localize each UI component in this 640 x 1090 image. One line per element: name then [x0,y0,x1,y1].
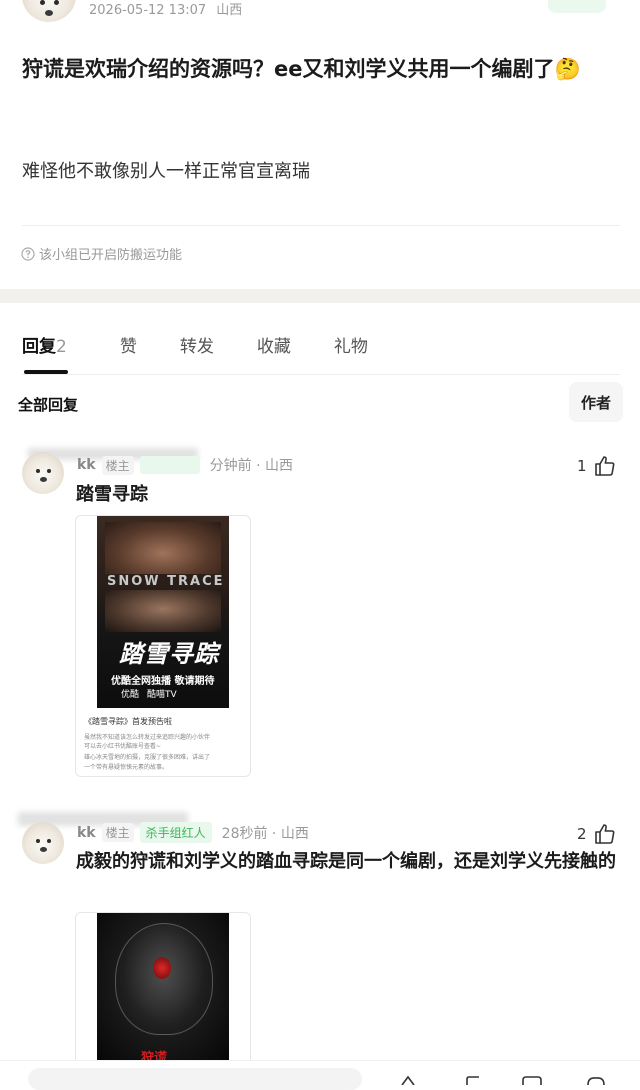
tab-label: 回复 [22,337,56,357]
tab-favorites[interactable]: 收藏 [257,332,291,357]
owner-badge: 楼主 [101,455,134,475]
star-icon[interactable] [520,1075,544,1085]
image-caption-line: 雄心冰天雪地的拍摄，克服了很多困难，讲出了 [84,754,211,761]
reply-location: 山西 [280,825,309,842]
poster-cn-title: 狩谎 [141,1051,168,1061]
avatar-eye [36,839,40,843]
reply-image-card[interactable]: SNOW TRACE 踏雪寻踪 优酷全网独播 敬请期待 优酷 酷喵TV 《踏雪寻… [75,515,251,777]
interaction-tabs: 回复2 赞 转发 收藏 礼物 [22,332,411,357]
content-divider [22,225,620,226]
post-title: 狩谎是欢瑞介绍的资源吗？ee又和刘学义共用一个编剧了🤔 [22,57,581,81]
avatar-nose [40,847,47,852]
reply-avatar[interactable] [22,822,64,864]
tab-likes[interactable]: 赞 [120,332,137,357]
anti-repost-notice: 该小组已开启防搬运功能 [21,244,182,263]
section-separator [0,289,640,303]
tab-replies[interactable]: 回复2 [22,332,67,357]
reply-nickname[interactable]: kk [77,825,96,841]
thumbs-up-icon [594,456,615,476]
reply-time: 分钟前 · 山西 [209,458,293,474]
poster-en-title: SNOW TRACE [107,574,225,589]
avatar-nose [40,477,47,482]
image-caption-line: 虽然我不知道该怎么转发过来追踪兴趣的小伙伴 [84,734,211,741]
poster-red-mark [153,957,171,979]
image-caption-line: 可以去小红书优酷账号查看~ [84,743,162,750]
tabs-divider [22,374,620,375]
reply-header: kk 楼主 杀手组红人 28秒前 · 山西 [77,822,309,843]
brand-youku: 优酷 [121,690,140,700]
image-caption-title: 《踏雪寻踪》首发预告啦 [84,717,172,726]
avatar-nose [45,10,53,16]
all-replies-filter[interactable]: 全部回复 [18,394,78,415]
like-control[interactable]: 2 [577,822,617,846]
owner-badge: 楼主 [101,823,134,842]
tab-count: 2 [56,337,67,357]
comment-icon[interactable] [464,1075,484,1085]
poster-image: SNOW TRACE 踏雪寻踪 优酷全网独播 敬请期待 优酷 酷喵TV [97,516,229,708]
avatar-eye [40,0,45,5]
member-badge: 杀手组红人 [139,822,212,843]
reply-text: 成毅的狩谎和刘学义的踏血寻踪是同一个编剧，还是刘学义先接触的 [76,851,616,872]
like-count: 2 [577,825,587,843]
like-count: 1 [577,457,587,475]
poster-head-silhouette [115,923,213,1035]
reply-image-card[interactable]: 狩谎 [75,912,251,1074]
share-icon[interactable] [398,1075,418,1085]
reply-time: 28秒前 · 山西 [221,825,309,842]
poster-slogan: 优酷全网独播 敬请期待 [111,676,215,687]
poster-brands: 优酷 酷喵TV [121,687,177,700]
notice-text: 该小组已开启防搬运功能 [39,248,183,263]
reply-location: 山西 [265,458,293,474]
author-only-button[interactable]: 作者 [569,382,623,422]
poster-face-top [105,522,221,574]
brand-kumiao: 酷喵TV [147,690,177,700]
reply-avatar[interactable] [22,452,64,494]
reply-text: 踏雪寻踪 [76,484,148,505]
member-badge [139,456,200,474]
poster-image: 狩谎 [97,913,229,1061]
thumbs-up-icon [594,824,615,844]
post-location: 山西 [216,3,243,18]
reply-time-text: 分钟前 [209,458,252,474]
avatar-eye [47,839,51,843]
poster-face-bottom [105,590,221,632]
reply-time-text: 28秒前 [221,825,268,842]
follow-button[interactable] [548,0,606,13]
avatar-eye [36,469,40,473]
post-meta: 2026-05-12 13:07 山西 [89,0,242,18]
reply-input[interactable] [28,1068,362,1090]
post-timestamp: 2026-05-12 13:07 [89,3,207,18]
image-caption-line: 一个带有悬疑惊悚元素的故事。 [84,764,169,771]
gift-icon[interactable] [584,1075,608,1085]
reply-header: kk 楼主 分钟前 · 山西 [77,455,293,475]
post-author-avatar[interactable] [22,0,76,22]
poster-cn-title: 踏雪寻踪 [119,639,219,668]
tab-reposts[interactable]: 转发 [180,332,214,357]
like-control[interactable]: 1 [577,454,617,478]
reply-nickname[interactable]: kk [77,457,96,473]
question-circle-icon [21,246,35,261]
tab-gifts[interactable]: 礼物 [334,332,368,357]
post-body: 难怪他不敢像别人一样正常官宣离瑞 [22,161,310,182]
avatar-eye [47,469,51,473]
avatar-eye [54,0,59,5]
